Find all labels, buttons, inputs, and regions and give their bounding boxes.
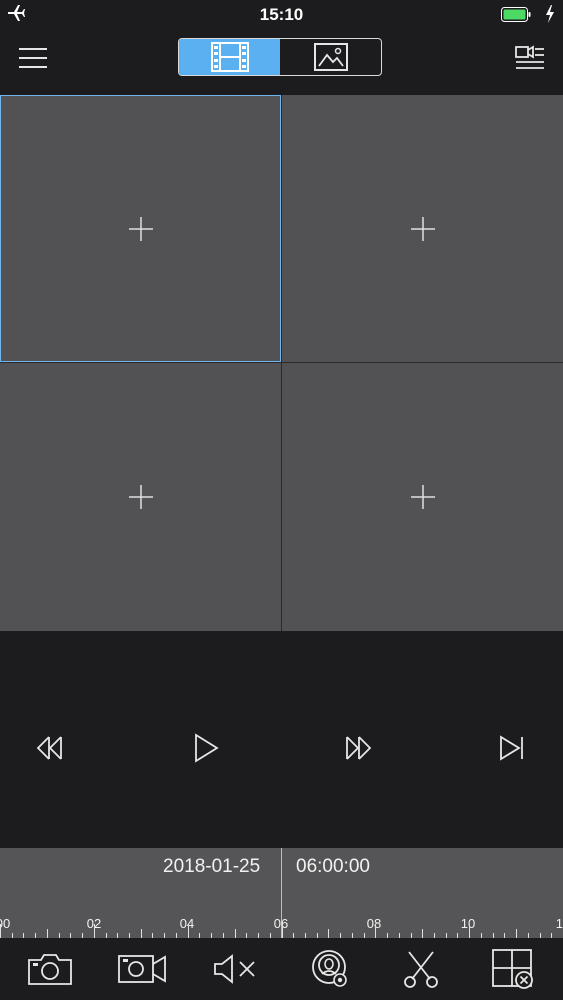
picture-icon xyxy=(313,43,348,71)
speaker-mute-icon xyxy=(214,954,255,984)
timeline-tick xyxy=(282,924,283,938)
next-frame-button[interactable] xyxy=(494,731,530,765)
tick-label: 06 xyxy=(273,916,289,931)
video-window-2[interactable] xyxy=(282,95,563,362)
close-all-windows-button[interactable] xyxy=(488,946,538,992)
bottom-toolbar xyxy=(0,938,563,1000)
timeline-tick xyxy=(141,929,142,938)
status-time: 15:10 xyxy=(259,5,304,24)
video-window-3[interactable] xyxy=(0,363,281,631)
timeline-tick xyxy=(422,929,423,938)
timeline-tick xyxy=(328,929,329,938)
video-camera-icon xyxy=(118,955,166,983)
status-bar: 15:10 xyxy=(0,0,563,30)
playback-controls xyxy=(0,631,563,848)
timeline-tick xyxy=(47,929,48,938)
tick-label: 10 xyxy=(460,916,476,931)
playback-grid xyxy=(0,95,563,631)
tick-label: 00 xyxy=(0,916,11,931)
tick-label: 08 xyxy=(366,916,382,931)
film-strip-icon xyxy=(210,42,249,72)
target-face-icon xyxy=(312,950,347,987)
timeline-tick xyxy=(0,924,1,938)
snapshot-button[interactable] xyxy=(25,946,75,992)
record-button[interactable] xyxy=(117,946,167,992)
add-icon xyxy=(128,485,153,509)
tab-image-browse[interactable] xyxy=(280,39,381,75)
timeline-time: 06:00:00 xyxy=(296,856,370,877)
timeline-tick xyxy=(94,924,95,938)
device-list-button[interactable] xyxy=(515,44,545,72)
camera-list-icon xyxy=(515,45,544,69)
header-bar xyxy=(0,30,563,95)
video-window-4[interactable] xyxy=(282,363,563,631)
rewind-button[interactable] xyxy=(32,731,68,765)
timeline-date: 2018-01-25 xyxy=(163,856,261,877)
camera-icon xyxy=(28,954,72,985)
play-button[interactable] xyxy=(188,731,224,765)
rewind-icon xyxy=(36,736,62,760)
fast-forward-button[interactable] xyxy=(340,731,376,765)
charging-icon xyxy=(545,5,555,28)
scissors-icon xyxy=(404,951,438,988)
timeline-tick xyxy=(188,924,189,938)
timeline-tick xyxy=(469,924,470,938)
tab-video-playback[interactable] xyxy=(179,39,280,75)
timeline-tick xyxy=(516,929,517,938)
mode-segmented-control xyxy=(178,38,382,76)
clip-button[interactable] xyxy=(396,946,446,992)
video-window-1[interactable] xyxy=(0,95,281,362)
add-icon xyxy=(410,216,435,241)
fast-forward-icon xyxy=(346,736,372,760)
timeline-tick xyxy=(235,929,236,938)
play-icon xyxy=(195,733,219,763)
battery-icon xyxy=(501,7,531,27)
mute-button[interactable] xyxy=(210,946,260,992)
smart-search-button[interactable] xyxy=(304,946,354,992)
add-icon xyxy=(410,485,435,509)
hamburger-icon xyxy=(19,48,47,68)
add-icon xyxy=(128,216,153,241)
timeline-scrubber[interactable]: 2018-01-25 06:00:00 00 02 04 06 08 10 12 xyxy=(0,848,563,938)
timeline-tick xyxy=(375,924,376,938)
tick-label: 04 xyxy=(179,916,195,931)
menu-button[interactable] xyxy=(18,46,48,72)
tick-label: 12 xyxy=(555,916,563,931)
skip-next-icon xyxy=(500,735,523,761)
grid-close-icon xyxy=(492,949,533,989)
